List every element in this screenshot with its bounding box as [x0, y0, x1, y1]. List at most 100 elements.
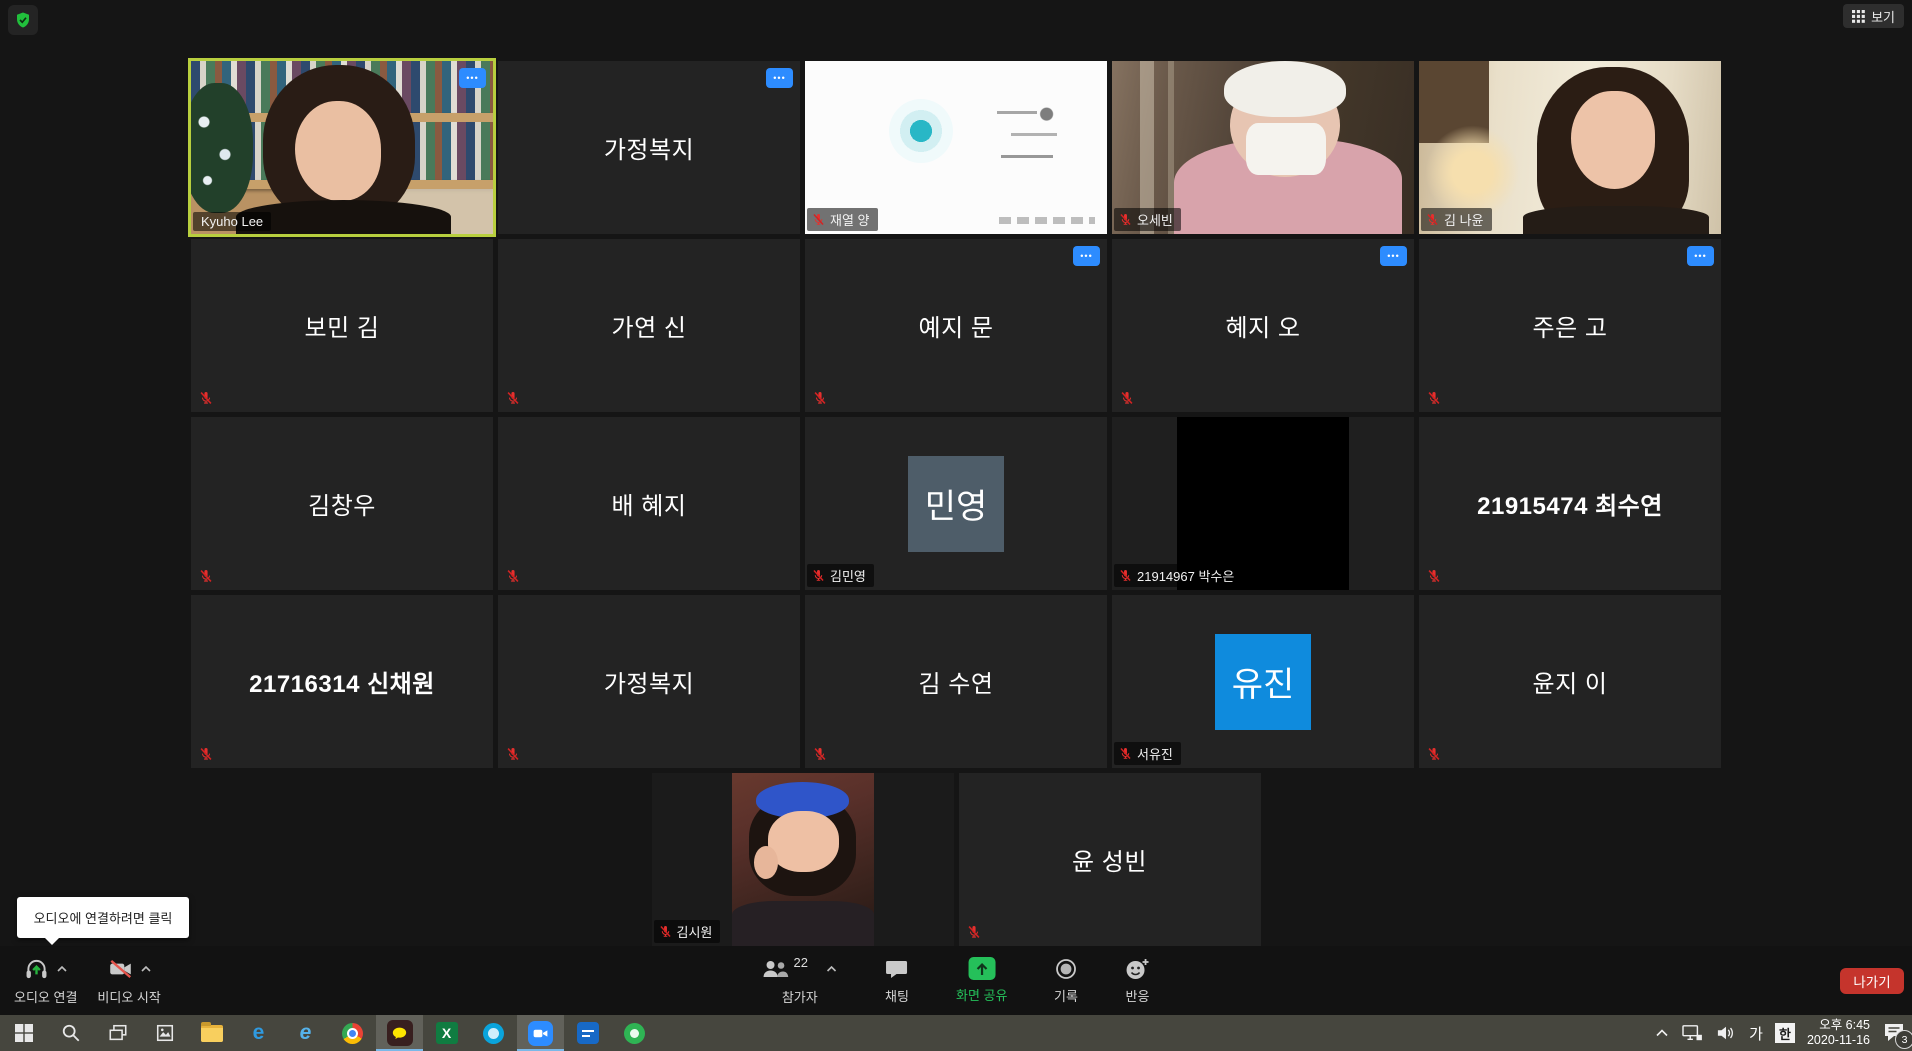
- taskbar-app-kakaotalk[interactable]: [376, 1015, 423, 1051]
- muted-mic-icon: [1119, 213, 1132, 226]
- muted-mic-icon: [967, 925, 981, 939]
- chat-icon: [884, 957, 910, 981]
- participant-tile[interactable]: Kyuho Lee: [191, 61, 493, 234]
- taskbar-app-blue-circle[interactable]: [470, 1015, 517, 1051]
- taskbar-search-button[interactable]: [47, 1015, 94, 1051]
- participant-name-label: 21914967 박수은: [1114, 564, 1242, 587]
- security-button[interactable]: [8, 5, 38, 35]
- muted-mic-icon: [199, 391, 213, 405]
- participant-tile[interactable]: 재열 양: [805, 61, 1107, 234]
- taskbar-app-green-circle[interactable]: [611, 1015, 658, 1051]
- reactions-label: 반응: [1125, 986, 1149, 1005]
- participants-button[interactable]: 22 참가자: [752, 946, 848, 1015]
- participant-tile[interactable]: 예지 문: [805, 239, 1107, 412]
- taskbar-app-media[interactable]: [141, 1015, 188, 1051]
- participant-name-label: 김시원: [654, 920, 721, 943]
- tile-menu-button[interactable]: [1380, 246, 1407, 266]
- tile-menu-button[interactable]: [459, 68, 486, 88]
- gallery-row-5: 김시원 윤 성빈: [0, 773, 1912, 946]
- gallery-row-1: Kyuho Lee 가정복지 재열 양: [0, 61, 1912, 234]
- participant-name: Kyuho Lee: [201, 214, 263, 229]
- taskbar-app-chrome[interactable]: [329, 1015, 376, 1051]
- internet-explorer-icon: e: [300, 1021, 312, 1045]
- view-button[interactable]: 보기: [1843, 4, 1904, 28]
- participants-icon: [762, 957, 790, 981]
- participant-tile[interactable]: 가정복지: [498, 61, 800, 234]
- participant-tile[interactable]: 김시원: [652, 773, 954, 946]
- participant-avatar: 민영: [908, 456, 1004, 552]
- muted-mic-icon: [199, 569, 213, 583]
- participant-tile[interactable]: 민영 김민영: [805, 417, 1107, 590]
- participant-avatar: 유진: [1215, 634, 1311, 730]
- muted-mic-icon: [812, 569, 825, 582]
- muted-mic-icon: [813, 391, 827, 405]
- participant-tile[interactable]: 보민 김: [191, 239, 493, 412]
- participant-tile[interactable]: 유진 서유진: [1112, 595, 1414, 768]
- participant-tile[interactable]: 배 혜지: [498, 417, 800, 590]
- search-icon: [61, 1023, 81, 1043]
- taskbar-app-blue-square[interactable]: [564, 1015, 611, 1051]
- join-audio-button[interactable]: 오디오 연결: [4, 946, 87, 1015]
- tile-menu-button[interactable]: [1687, 246, 1714, 266]
- taskbar-app-excel[interactable]: [423, 1015, 470, 1051]
- video-gallery: Kyuho Lee 가정복지 재열 양: [0, 61, 1912, 951]
- chevron-up-icon[interactable]: [826, 965, 838, 973]
- task-view-button[interactable]: [94, 1015, 141, 1051]
- chevron-up-icon[interactable]: [56, 965, 68, 973]
- participant-tile[interactable]: 가연 신: [498, 239, 800, 412]
- taskbar-app-internet-explorer[interactable]: e: [282, 1015, 329, 1051]
- show-hidden-icons-chevron[interactable]: [1655, 1028, 1669, 1038]
- share-screen-button[interactable]: 화면 공유: [946, 946, 1017, 1015]
- participant-name-label: 김 나윤: [1421, 208, 1492, 231]
- chrome-icon: [342, 1023, 363, 1044]
- edge-icon: e: [253, 1021, 265, 1045]
- participant-tile[interactable]: 김 수연: [805, 595, 1107, 768]
- gallery-row-4: 21716314 신채원 가정복지 김 수연 유진 서유진 윤지 이: [0, 595, 1912, 768]
- start-button[interactable]: [0, 1015, 47, 1051]
- participant-name: 21914967 박수은: [1137, 566, 1234, 585]
- chat-button[interactable]: 채팅: [874, 946, 920, 1015]
- participant-tile[interactable]: 가정복지: [498, 595, 800, 768]
- network-icon[interactable]: [1681, 1024, 1703, 1042]
- participant-name: 김 수연: [805, 595, 1107, 768]
- ime-mode-indicator[interactable]: 한: [1775, 1023, 1795, 1043]
- windows-taskbar: e e 가 한: [0, 1015, 1912, 1051]
- action-center-button[interactable]: 3: [1882, 1021, 1908, 1045]
- leave-button[interactable]: 나가기: [1840, 968, 1904, 994]
- muted-mic-icon: [506, 747, 520, 761]
- participant-tile[interactable]: 오세빈: [1112, 61, 1414, 234]
- chevron-up-icon[interactable]: [140, 965, 152, 973]
- grid-view-icon: [1852, 10, 1865, 23]
- reactions-button[interactable]: 반응: [1114, 946, 1160, 1015]
- zoom-app-icon: [528, 1021, 553, 1046]
- taskbar-app-zoom[interactable]: [517, 1015, 564, 1051]
- participant-tile[interactable]: 김 나윤: [1419, 61, 1721, 234]
- join-audio-label: 오디오 연결: [14, 987, 77, 1006]
- participant-tile[interactable]: 김창우: [191, 417, 493, 590]
- taskbar-app-edge[interactable]: e: [235, 1015, 282, 1051]
- record-button[interactable]: 기록: [1043, 946, 1088, 1015]
- participant-name-label: Kyuho Lee: [193, 212, 271, 231]
- participant-tile[interactable]: 윤지 이: [1419, 595, 1721, 768]
- participant-name: 김민영: [830, 566, 866, 585]
- participant-name: 21915474 최수연: [1419, 417, 1721, 590]
- tile-menu-button[interactable]: [766, 68, 793, 88]
- participant-tile[interactable]: 21716314 신채원: [191, 595, 493, 768]
- participant-tile[interactable]: 21915474 최수연: [1419, 417, 1721, 590]
- taskbar-app-file-explorer[interactable]: [188, 1015, 235, 1051]
- tile-menu-button[interactable]: [1073, 246, 1100, 266]
- muted-mic-icon: [1120, 391, 1134, 405]
- participant-name: 혜지 오: [1112, 239, 1414, 412]
- participant-tile[interactable]: 21914967 박수은: [1112, 417, 1414, 590]
- ime-language-indicator[interactable]: 가: [1749, 1023, 1763, 1044]
- participant-tile[interactable]: 윤 성빈: [959, 773, 1261, 946]
- participant-tile[interactable]: 혜지 오: [1112, 239, 1414, 412]
- volume-icon[interactable]: [1715, 1024, 1737, 1042]
- muted-mic-icon: [1427, 569, 1441, 583]
- participant-tile[interactable]: 주은 고: [1419, 239, 1721, 412]
- muted-mic-icon: [199, 747, 213, 761]
- muted-mic-icon: [1427, 391, 1441, 405]
- participant-name: 가연 신: [498, 239, 800, 412]
- taskbar-clock[interactable]: 오후 6:45 2020-11-16: [1807, 1018, 1870, 1048]
- start-video-button[interactable]: 비디오 시작: [87, 946, 170, 1015]
